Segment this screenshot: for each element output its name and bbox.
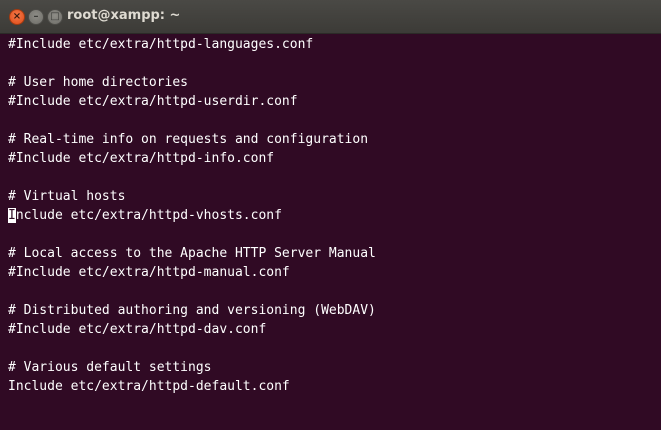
- terminal-line: # Virtual hosts: [8, 189, 126, 204]
- close-icon[interactable]: ×: [9, 9, 25, 25]
- terminal-line: # Real-time info on requests and configu…: [8, 132, 369, 147]
- minimize-icon[interactable]: –: [28, 9, 44, 25]
- terminal-line: Include etc/extra/httpd-default.conf: [8, 379, 290, 394]
- terminal-line: #Include etc/extra/httpd-dav.conf: [8, 322, 267, 337]
- terminal-content[interactable]: #Include etc/extra/httpd-languages.conf …: [8, 35, 656, 427]
- terminal-line: # Various default settings: [8, 360, 212, 375]
- terminal-line: # Distributed authoring and versioning (…: [8, 303, 376, 318]
- terminal-line: #Include etc/extra/httpd-userdir.conf: [8, 94, 298, 109]
- window-titlebar[interactable]: × – □ root@xampp: ~: [0, 0, 661, 34]
- terminal-line: #Include etc/extra/httpd-manual.conf: [8, 265, 290, 280]
- terminal-cursor-line: Include etc/extra/httpd-vhosts.conf: [8, 206, 282, 225]
- terminal-line: #Include etc/extra/httpd-info.conf: [8, 151, 275, 166]
- terminal-window: × – □ root@xampp: ~ #Include etc/extra/h…: [0, 0, 661, 430]
- window-title: root@xampp: ~: [67, 8, 181, 23]
- text-cursor: I: [8, 208, 16, 223]
- terminal-line: # User home directories: [8, 75, 189, 90]
- maximize-icon[interactable]: □: [47, 9, 63, 25]
- terminal-line: # Local access to the Apache HTTP Server…: [8, 246, 376, 261]
- terminal-line-text: nclude etc/extra/httpd-vhosts.conf: [15, 208, 282, 223]
- terminal-line: #Include etc/extra/httpd-languages.conf: [8, 37, 314, 52]
